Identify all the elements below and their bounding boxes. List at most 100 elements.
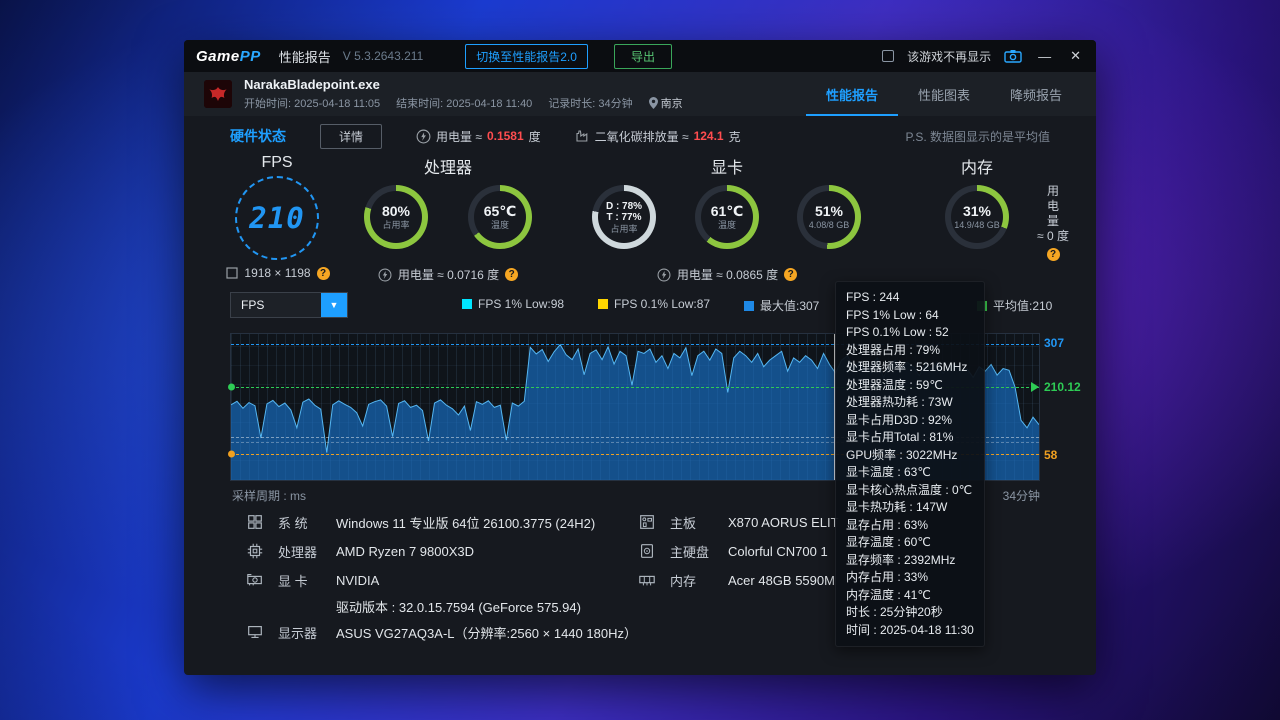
- tooltip-line: 显卡温度 : 63℃: [846, 465, 931, 479]
- legend-item[interactable]: 平均值:210: [977, 297, 1052, 314]
- legend-swatch: [462, 299, 472, 309]
- tooltip-line: FPS 1% Low : 64: [846, 307, 939, 322]
- os-icon: [244, 513, 266, 531]
- gpu-vram-gauge: 51% 4.08/8 GB: [797, 185, 861, 249]
- fps-resolution-row: 1918 × 1198 ?: [192, 266, 364, 280]
- tooltip-line: 处理器温度 : 59℃: [846, 377, 943, 392]
- gpu-row: 显 卡 NVIDIA: [244, 570, 379, 590]
- cpu-row: 处理器 AMD Ryzen 7 9800X3D: [244, 541, 474, 561]
- report-tabs: 性能报告 性能图表 降频报告: [805, 73, 1082, 116]
- legend-label: FPS 1% Low:98: [478, 297, 565, 311]
- metric-dropdown[interactable]: FPS ▼: [230, 292, 348, 318]
- titlebar: GamePP 性能报告 V 5.3.2643.211 切换至性能报告2.0 导出…: [184, 40, 1096, 72]
- tooltip-line: FPS 0.1% Low : 52: [846, 325, 949, 339]
- mem-section-title: 内存: [960, 160, 994, 177]
- version-label: V 5.3.2643.211: [342, 49, 424, 63]
- resolution-help-icon[interactable]: ?: [316, 266, 330, 280]
- power-usage-value: 0.1581: [486, 129, 524, 143]
- tooltip-line: 时间 : 2025-04-18 11:30: [846, 622, 974, 637]
- dont-show-checkbox[interactable]: [882, 50, 895, 62]
- fps-value: 210: [249, 201, 305, 235]
- gamepp-logo: GamePP: [196, 47, 261, 65]
- legend-item[interactable]: 最大值:307: [744, 297, 819, 314]
- mem-power-column: 用 电 量 ≈ 0 度 ?: [1037, 184, 1069, 261]
- gpu-section-title: 显卡: [710, 160, 744, 177]
- ram-icon: [636, 571, 658, 589]
- tooltip-line: 处理器热功耗 : 73W: [846, 395, 953, 409]
- location-label: 南京: [660, 98, 683, 110]
- fps-resolution: 1918 × 1198: [244, 266, 311, 280]
- cpu-power-label: 用电量 ≈ 0.0716 度: [397, 268, 500, 282]
- tooltip-line: 显存频率 : 2392MHz: [846, 552, 956, 567]
- metric-dropdown-value: FPS: [241, 298, 265, 312]
- co2-emission-unit: 克: [728, 129, 741, 144]
- tooltip-line: 内存占用 : 33%: [846, 570, 929, 584]
- gamepp-window: GamePP 性能报告 V 5.3.2643.211 切换至性能报告2.0 导出…: [184, 40, 1096, 675]
- tooltip-line: 显存占用 : 63%: [846, 517, 929, 532]
- legend-item[interactable]: FPS 0.1% Low:87: [598, 297, 710, 311]
- window-title: 性能报告: [278, 49, 331, 65]
- power-usage-unit: 度: [528, 129, 541, 144]
- tooltip-line: 显卡占用Total : 81%: [846, 430, 954, 444]
- screenshot-camera-icon[interactable]: [1004, 49, 1022, 63]
- legend-item[interactable]: FPS 1% Low:98: [462, 297, 564, 311]
- chart-duration-label: 34分钟: [1002, 489, 1040, 503]
- legend-label: 平均值:210: [993, 299, 1053, 313]
- cpu-power-row: 用电量 ≈ 0.0716 度 ?: [342, 266, 554, 283]
- close-button[interactable]: ✕: [1067, 48, 1084, 64]
- legend-label: 最大值:307: [760, 299, 820, 313]
- tooltip-line: 处理器占用 : 79%: [846, 342, 941, 357]
- start-time: 开始时间: 2025-04-18 11:05: [244, 98, 381, 110]
- gpu-usage-gauge: D : 78% T : 77% 占用率: [592, 185, 656, 249]
- tooltip-line: 显存温度 : 60℃: [846, 535, 931, 549]
- gpu-power-icon: [657, 268, 671, 282]
- legend-swatch: [744, 300, 754, 311]
- cpu-icon: [244, 542, 266, 560]
- tab-performance-chart[interactable]: 性能图表: [898, 73, 990, 116]
- tab-throttle-report[interactable]: 降频报告: [990, 73, 1082, 116]
- motherboard-row: 主板 X870 AORUS ELIT: [636, 512, 839, 532]
- motherboard-icon: [636, 513, 658, 531]
- dont-show-label: 该游戏不再显示: [907, 49, 992, 64]
- game-bar: NarakaBladepoint.exe 开始时间: 2025-04-18 11…: [184, 72, 1096, 116]
- mem-power-help-icon[interactable]: ?: [1046, 248, 1060, 261]
- game-icon: [204, 80, 232, 108]
- export-button[interactable]: 导出: [613, 43, 672, 69]
- mem-usage-gauge: 31% 14.9/48 GB: [945, 185, 1009, 249]
- desktop: GamePP 性能报告 V 5.3.2643.211 切换至性能报告2.0 导出…: [0, 0, 1280, 720]
- fps-gauge: 210: [235, 176, 319, 260]
- game-exe-name: NarakaBladepoint.exe: [244, 77, 380, 92]
- tab-performance-report[interactable]: 性能报告: [805, 73, 898, 116]
- co2-emission-value: 124.1: [693, 129, 724, 143]
- y-axis-label: 58: [1044, 447, 1058, 462]
- tooltip-line: 显卡占用D3D : 92%: [846, 412, 953, 427]
- fps-section-title: FPS: [261, 154, 293, 171]
- cpu-usage-gauge: 80% 占用率: [364, 185, 428, 249]
- tooltip-line: 处理器频率 : 5216MHz: [846, 360, 968, 374]
- tooltip-line: 显卡核心热点温度 : 0℃: [846, 482, 973, 497]
- gpu-power-label: 用电量 ≈ 0.0865 度: [676, 268, 779, 282]
- minimize-button[interactable]: —: [1035, 49, 1054, 64]
- gpu-icon: [244, 571, 266, 589]
- tooltip-line: 显卡热功耗 : 147W: [846, 500, 948, 514]
- gauges-section: FPS 处理器 显卡 内存 210 80% 占用率 65℃ 温度 D : 78% T …: [184, 152, 1096, 294]
- gpu-driver-row: 驱动版本 : 32.0.15.7594 (GeForce 575.94): [336, 599, 581, 615]
- power-usage-icon: [416, 129, 431, 144]
- chart-axis-labels: 307 210.12 58: [1044, 333, 1094, 481]
- avg-arrow-icon: [1031, 382, 1039, 393]
- switch-report-button[interactable]: 切换至性能报告2.0: [465, 43, 588, 69]
- cpu-power-icon: [378, 268, 392, 282]
- monitor-row: 显示器 ASUS VG27AQ3A-L（分辨率:2560 × 1440 180H…: [244, 622, 637, 642]
- gpu-power-help-icon[interactable]: ?: [784, 268, 798, 281]
- gpu-power-row: 用电量 ≈ 0.0865 度 ?: [621, 266, 833, 283]
- cpu-temp-gauge: 65℃ 温度: [468, 185, 532, 249]
- dropdown-caret-icon[interactable]: ▼: [321, 293, 347, 317]
- details-button[interactable]: 详情: [320, 123, 383, 149]
- monitor-icon: [244, 623, 266, 641]
- resolution-icon: [226, 267, 239, 279]
- cpu-power-help-icon[interactable]: ?: [505, 268, 519, 281]
- power-usage-prefix: 用电量 ≈: [436, 129, 482, 144]
- chart-marker-dot: [228, 450, 235, 458]
- os-row: 系 统 Windows 11 专业版 64位 26100.3775 (24H2): [244, 512, 595, 532]
- tooltip-line: GPU频率 : 3022MHz: [846, 447, 958, 462]
